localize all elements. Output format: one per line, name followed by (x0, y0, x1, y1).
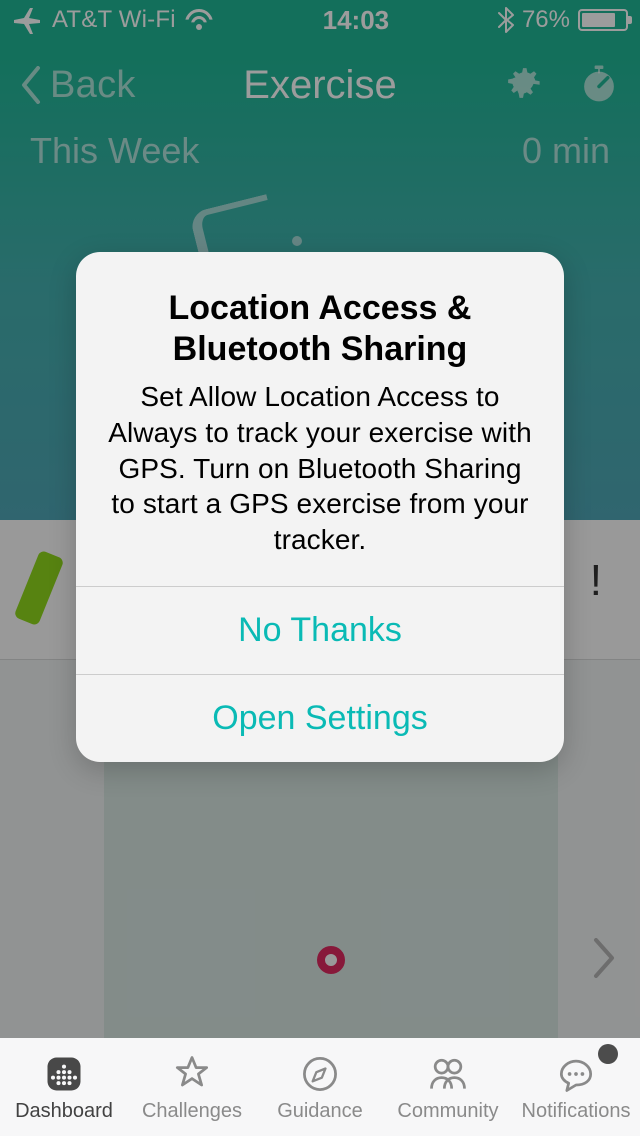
alert-dialog: Location Access & Bluetooth Sharing Set … (76, 252, 564, 762)
tab-bar: Dashboard Challenges Guidance Community … (0, 1038, 640, 1136)
alert-message: Set Allow Location Access to Always to t… (106, 379, 534, 558)
tab-label: Guidance (277, 1100, 363, 1123)
tab-guidance[interactable]: Guidance (256, 1038, 384, 1136)
alert-title: Location Access & Bluetooth Sharing (106, 288, 534, 371)
tab-label: Community (397, 1100, 498, 1123)
open-settings-button[interactable]: Open Settings (76, 674, 564, 762)
tab-label: Notifications (522, 1100, 631, 1123)
tab-community[interactable]: Community (384, 1038, 512, 1136)
tab-dashboard[interactable]: Dashboard (0, 1038, 128, 1136)
no-thanks-button[interactable]: No Thanks (76, 586, 564, 674)
tab-notifications[interactable]: Notifications (512, 1038, 640, 1136)
tab-label: Dashboard (15, 1100, 113, 1123)
notification-badge (598, 1044, 618, 1064)
tab-label: Challenges (142, 1100, 242, 1123)
tab-challenges[interactable]: Challenges (128, 1038, 256, 1136)
